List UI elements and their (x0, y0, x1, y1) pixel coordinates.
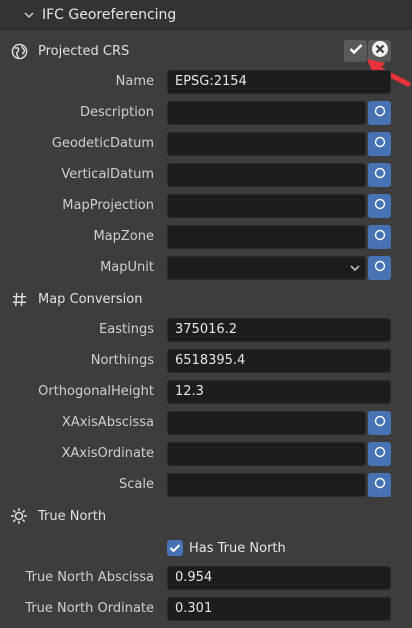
field-label: Description (79, 105, 154, 120)
description-input[interactable] (167, 101, 366, 125)
field-row: Eastings 375016.2 (0, 317, 412, 343)
circle-icon (374, 105, 386, 121)
circle-icon (374, 446, 386, 462)
field-row: Scale (0, 472, 412, 498)
map-zone-input[interactable] (167, 225, 366, 249)
section-map-conversion: Map Conversion (0, 286, 412, 312)
field-row: MapProjection (0, 193, 412, 219)
field-row: Description (0, 100, 412, 126)
geodetic-datum-input[interactable] (167, 132, 366, 156)
eyedropper-button[interactable] (368, 101, 391, 125)
panel-title: IFC Georeferencing (42, 6, 177, 23)
field-row: Northings 6518395.4 (0, 348, 412, 374)
field-label: MapProjection (62, 198, 154, 213)
eyedropper-button[interactable] (368, 225, 391, 249)
field-row: MapUnit (0, 255, 412, 281)
field-row: True North Abscissa 0.954 (0, 565, 412, 591)
field-row: OrthogonalHeight 12.3 (0, 379, 412, 405)
field-label: Eastings (99, 322, 154, 337)
field-label: MapUnit (100, 260, 154, 275)
field-row: XAxisOrdinate (0, 441, 412, 467)
field-label: Scale (119, 477, 154, 492)
field-row: XAxisAbscissa (0, 410, 412, 436)
has-true-north-toggle[interactable]: Has True North (167, 536, 286, 560)
field-label: GeodeticDatum (51, 136, 154, 151)
circle-icon (374, 477, 386, 493)
orthogonal-height-input[interactable]: 12.3 (167, 380, 391, 404)
circle-icon (374, 167, 386, 183)
x-axis-abscissa-input[interactable] (167, 411, 366, 435)
field-row: MapZone (0, 224, 412, 250)
checkbox-checked-icon[interactable] (167, 540, 183, 556)
sun-icon (10, 507, 28, 525)
panel-header[interactable]: IFC Georeferencing (0, 0, 412, 30)
true-north-abscissa-input[interactable]: 0.954 (167, 566, 391, 590)
circle-icon (374, 260, 386, 276)
eyedropper-button[interactable] (368, 442, 391, 466)
circle-icon (374, 229, 386, 245)
globe-icon (10, 42, 28, 60)
section-true-north: True North (0, 503, 412, 529)
chevron-down-icon (350, 257, 360, 279)
x-axis-ordinate-input[interactable] (167, 442, 366, 466)
eyedropper-button[interactable] (368, 411, 391, 435)
field-label: XAxisAbscissa (61, 415, 154, 430)
eyedropper-button[interactable] (368, 132, 391, 156)
field-label: Northings (90, 353, 154, 368)
field-label: True North Abscissa (25, 570, 154, 585)
map-projection-input[interactable] (167, 194, 366, 218)
field-label: Name (115, 74, 154, 89)
circle-icon (374, 136, 386, 152)
eyedropper-button[interactable] (368, 256, 391, 280)
field-row: GeodeticDatum (0, 131, 412, 157)
scale-input[interactable] (167, 473, 366, 497)
northings-input[interactable]: 6518395.4 (167, 349, 391, 373)
name-input[interactable]: EPSG:2154 (167, 70, 391, 94)
field-label: True North Ordinate (25, 601, 154, 616)
true-north-ordinate-input[interactable]: 0.301 (167, 597, 391, 621)
circle-icon (374, 198, 386, 214)
eastings-input[interactable]: 375016.2 (167, 318, 391, 342)
chevron-down-icon[interactable] (22, 8, 36, 22)
section-title: Map Conversion (38, 291, 143, 307)
vertical-datum-input[interactable] (167, 163, 366, 187)
checkbox-label: Has True North (189, 540, 286, 556)
eyedropper-button[interactable] (368, 473, 391, 497)
field-label: OrthogonalHeight (38, 384, 154, 399)
section-title: Projected CRS (38, 43, 130, 59)
eyedropper-button[interactable] (368, 194, 391, 218)
field-label: VerticalDatum (61, 167, 154, 182)
field-row: Name EPSG:2154 (0, 69, 412, 95)
field-label: XAxisOrdinate (61, 446, 154, 461)
field-row: VerticalDatum (0, 162, 412, 188)
field-row: True North Ordinate 0.301 (0, 596, 412, 622)
grid-icon (10, 290, 28, 308)
eyedropper-button[interactable] (368, 163, 391, 187)
section-title: True North (38, 508, 107, 524)
map-unit-select[interactable] (167, 256, 366, 280)
circle-icon (374, 415, 386, 431)
field-label: MapZone (93, 229, 154, 244)
